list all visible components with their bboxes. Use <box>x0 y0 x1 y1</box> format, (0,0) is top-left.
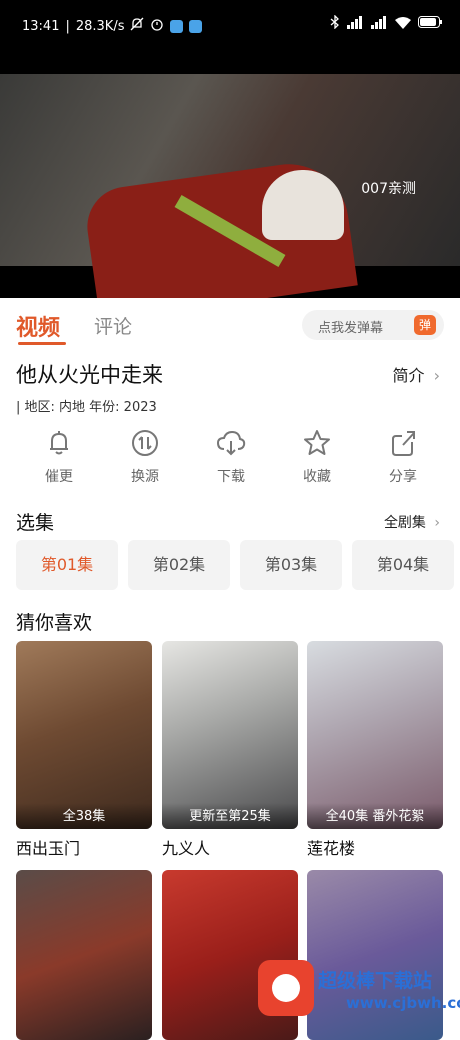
recommend-card[interactable] <box>16 870 152 1040</box>
bluetooth-icon <box>330 14 340 33</box>
site-logo-icon <box>258 960 314 1016</box>
action-label: 分享 <box>389 469 417 485</box>
star-icon <box>304 430 330 455</box>
recommend-card[interactable]: 全38集 西出玉门 <box>16 641 152 859</box>
all-episodes-link[interactable]: 全剧集 › <box>384 512 440 532</box>
app-notification-icon <box>189 19 203 33</box>
show-meta: | 地区: 内地 年份: 2023 <box>16 400 157 415</box>
site-watermark-url: www.cjbwh.com <box>346 994 460 1012</box>
switch-source-icon <box>132 430 158 456</box>
site-watermark-name: 超级棒下载站 <box>318 970 433 992</box>
episode-item[interactable]: 第01集 <box>16 540 118 590</box>
status-bar: 13:41 | 28.3K/s <box>0 0 460 52</box>
share-button[interactable]: 分享 <box>360 428 446 498</box>
cloud-download-icon <box>216 430 246 456</box>
action-label: 收藏 <box>303 469 331 485</box>
poster-caption: 全38集 <box>16 803 152 829</box>
all-episodes-label: 全剧集 <box>383 515 426 531</box>
poster-image <box>307 870 443 1040</box>
recommend-section-title: 猜你喜欢 <box>16 612 93 634</box>
recommend-card[interactable]: 全40集 番外花絮 莲花楼 <box>307 641 443 859</box>
recommend-card[interactable] <box>307 870 443 1040</box>
urge-update-button[interactable]: 催更 <box>16 428 102 498</box>
action-label: 下载 <box>217 469 245 485</box>
video-player[interactable]: 007亲测 <box>0 52 460 298</box>
episode-item[interactable]: 第04集 <box>352 540 454 590</box>
poster-image: 更新至第25集 <box>162 641 298 829</box>
intro-label: 简介 <box>392 366 425 385</box>
poster-caption: 全40集 番外花絮 <box>307 803 443 829</box>
signal-icon <box>370 15 388 33</box>
poster-image: 全40集 番外花絮 <box>307 641 443 829</box>
site-logo-inner <box>272 974 300 1002</box>
status-network-speed: 28.3K/s <box>75 18 125 34</box>
favorite-button[interactable]: 收藏 <box>274 428 360 498</box>
bell-icon <box>50 431 68 455</box>
switch-source-button[interactable]: 换源 <box>102 428 188 498</box>
danmaku-placeholder: 点我发弹幕 <box>318 321 384 336</box>
tab-video[interactable]: 视频 <box>16 310 60 342</box>
action-label: 催更 <box>45 469 73 485</box>
alarm-icon <box>150 17 164 35</box>
video-watermark: 007亲测 <box>361 181 416 197</box>
wifi-icon <box>394 16 412 33</box>
recommend-card[interactable]: 更新至第25集 九义人 <box>162 641 298 859</box>
poster-image <box>16 870 152 1040</box>
danmaku-toggle-icon[interactable]: 弹 <box>414 315 436 335</box>
episodes-section-title: 选集 <box>16 512 55 534</box>
intro-link[interactable]: 简介 › <box>392 362 440 386</box>
danmaku-input[interactable]: 点我发弹幕 弹 <box>302 310 444 340</box>
episode-list: 第01集 第02集 第03集 第04集 <box>16 540 460 592</box>
share-icon <box>392 431 415 456</box>
status-divider: | <box>65 18 70 34</box>
episode-item[interactable]: 第03集 <box>240 540 342 590</box>
app-notification-icon <box>170 19 184 33</box>
signal-icon <box>346 15 364 33</box>
action-label: 换源 <box>131 469 159 485</box>
content-tabs: 视频 评论 点我发弹幕 弹 <box>0 298 460 354</box>
card-title: 莲花楼 <box>307 839 356 858</box>
card-title: 九义人 <box>162 839 211 858</box>
mute-icon <box>130 17 144 35</box>
scene-helmet <box>262 170 344 240</box>
card-title: 西出玉门 <box>16 839 81 858</box>
video-frame <box>0 74 460 298</box>
tab-comment[interactable]: 评论 <box>94 312 132 339</box>
action-bar: 催更 换源 下载 收藏 分享 <box>16 428 446 498</box>
chevron-right-icon: › <box>433 366 440 385</box>
chevron-right-icon: › <box>434 515 440 531</box>
download-button[interactable]: 下载 <box>188 428 274 498</box>
show-title: 他从火光中走来 <box>16 363 163 387</box>
battery-icon <box>418 16 442 32</box>
status-time: 13:41 <box>22 18 60 34</box>
poster-caption: 更新至第25集 <box>162 803 298 829</box>
episode-item[interactable]: 第02集 <box>128 540 230 590</box>
tab-active-indicator <box>18 342 66 345</box>
poster-image: 全38集 <box>16 641 152 829</box>
